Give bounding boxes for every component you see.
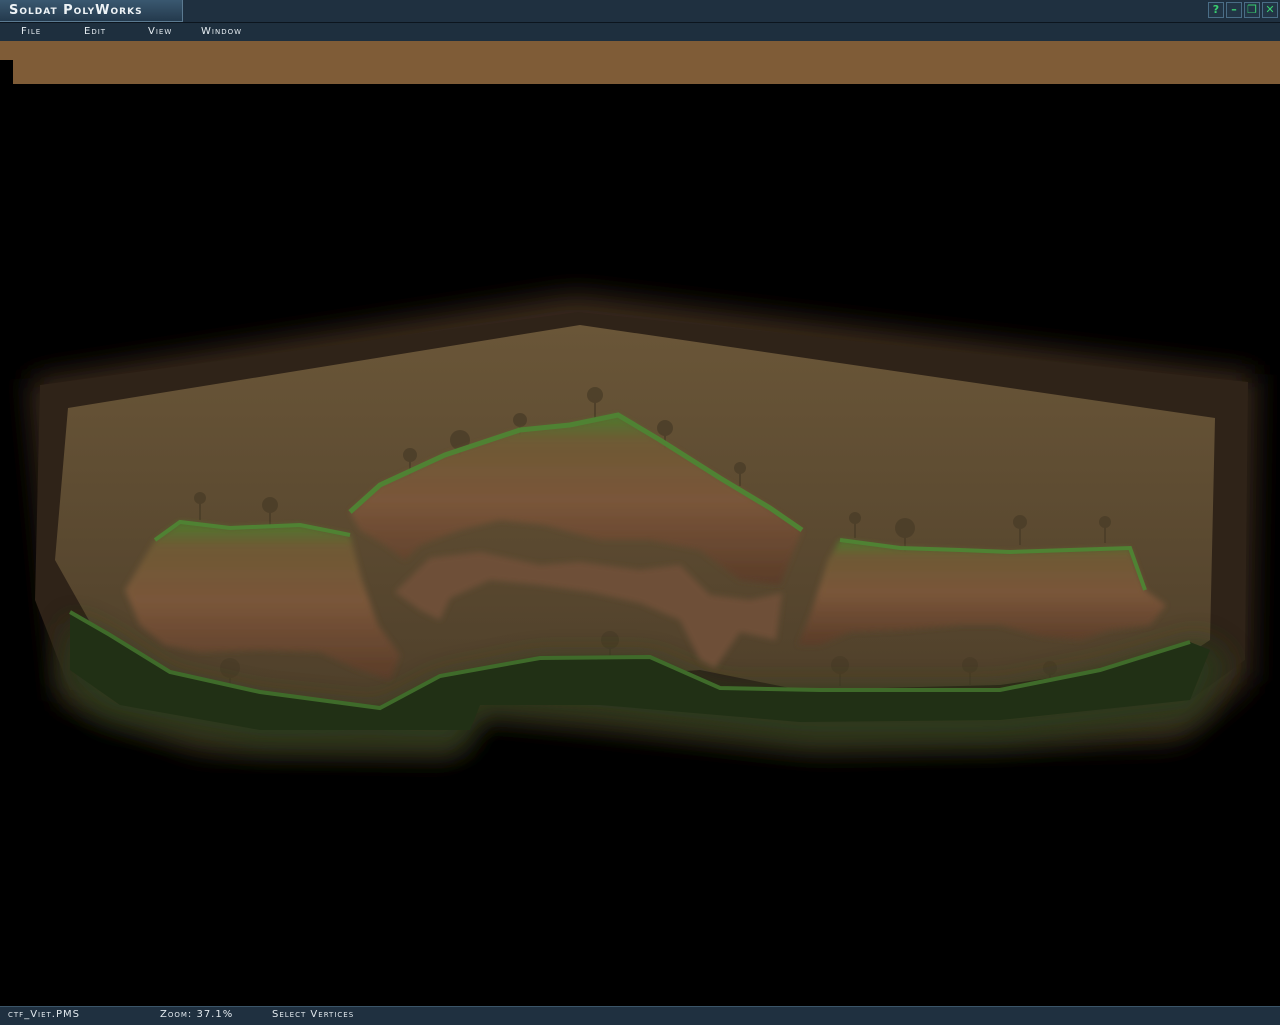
window-controls: ? – ❐ ✕: [1208, 2, 1278, 18]
status-filename: ctf_Viet.PMS: [8, 1009, 80, 1020]
status-bar: ctf_Viet.PMS Zoom: 37.1% Select Vertices: [0, 1006, 1280, 1025]
app-title: Soldat PolyWorks: [9, 3, 143, 18]
menu-edit[interactable]: Edit: [84, 26, 106, 37]
title-bar: Soldat PolyWorks ? – ❐ ✕: [0, 0, 1280, 23]
menu-view[interactable]: View: [148, 26, 172, 37]
help-icon[interactable]: ?: [1208, 2, 1224, 18]
status-mode: Select Vertices: [272, 1009, 355, 1020]
canvas-corner-marker: [0, 60, 13, 84]
close-icon[interactable]: ✕: [1262, 2, 1278, 18]
minimize-icon[interactable]: –: [1226, 2, 1242, 18]
app-title-tab: Soldat PolyWorks: [0, 0, 183, 22]
map-canvas[interactable]: [0, 84, 1280, 1006]
map-top-strip: [0, 41, 1280, 84]
menu-bar: File Edit View Window: [0, 23, 1280, 41]
restore-icon[interactable]: ❐: [1244, 2, 1260, 18]
map-render[interactable]: [0, 84, 1280, 1006]
menu-file[interactable]: File: [21, 26, 41, 37]
status-zoom: Zoom: 37.1%: [160, 1009, 234, 1020]
menu-window[interactable]: Window: [201, 26, 242, 37]
